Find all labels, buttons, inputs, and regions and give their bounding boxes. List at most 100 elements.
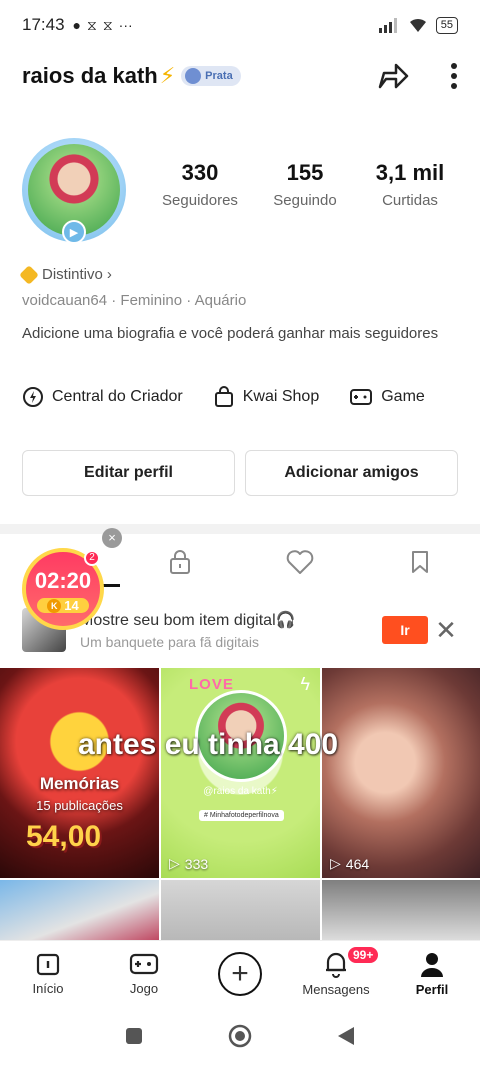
bolt-icon: ϟ — [300, 674, 310, 694]
promo-title: Mostre seu bom item digital🎧 — [80, 612, 296, 629]
profile-header: raios da kath ⚡ Prata — [0, 52, 480, 100]
nav-label: Mensagens — [302, 982, 370, 997]
nav-messages[interactable]: 99+ Mensagens — [288, 941, 384, 1006]
plus-icon: + — [218, 951, 262, 996]
bottom-nav: Início Jogo + 99+ Mensagens Perfil — [0, 940, 480, 1006]
chat-bubble-icon: ● — [72, 17, 82, 33]
stat-value: 3,1 mil — [375, 160, 445, 185]
video-grid: Memórias 15 publicações 54,00 LOVE @raio… — [0, 668, 480, 940]
video-tile-memories[interactable]: Memórias 15 publicações 54,00 — [0, 668, 159, 878]
play-icon: ▷ — [169, 855, 180, 871]
battery-icon: 55 — [435, 16, 458, 34]
close-icon[interactable]: ✕ — [434, 615, 458, 646]
video-tile[interactable] — [161, 880, 320, 940]
rank-label: Prata — [205, 70, 233, 82]
reward-timer[interactable]: 2 02:20 K 14 — [22, 548, 104, 630]
username: raios da kath — [22, 63, 158, 88]
chevron-right-icon: › — [106, 266, 112, 283]
promo-subtitle: Um banquete para fã digitais — [80, 634, 259, 650]
promo-go-button[interactable]: Ir — [382, 616, 428, 644]
link-game[interactable]: Game — [349, 386, 425, 408]
nav-label: Perfil — [415, 982, 449, 997]
stat-value: 155 — [286, 160, 324, 185]
play-count: ▷ 333 — [169, 855, 209, 872]
tile-username: @raios da kath⚡ — [203, 786, 278, 797]
recents-icon[interactable] — [124, 1026, 144, 1046]
app-icon: ⧖ — [87, 16, 97, 33]
link-label: Central do Criador — [52, 388, 183, 405]
quick-links: Central do Criador Kwai Shop Game — [22, 386, 480, 408]
back-icon[interactable] — [336, 1025, 356, 1047]
more-notifications-icon: ··· — [118, 17, 133, 33]
distintivo-label: Distintivo — [42, 266, 103, 283]
rank-icon — [185, 68, 202, 84]
coin-icon: K — [47, 598, 62, 613]
rank-badge[interactable]: Prata — [181, 66, 241, 86]
stat-label: Seguindo — [273, 192, 337, 209]
coin-count: 14 — [64, 598, 79, 613]
profile-stats: 330 Seguidores 155 Seguindo 3,1 mil Curt… — [150, 160, 460, 209]
tile-hashtag: # Minhafotodeperfilnova — [199, 810, 284, 821]
heart-icon — [286, 550, 314, 574]
distintivo-link[interactable]: Distintivo › — [19, 264, 112, 285]
home-icon — [36, 953, 60, 976]
stat-label: Seguidores — [162, 192, 238, 209]
nav-profile[interactable]: Perfil — [384, 941, 480, 1006]
timer-badge: 2 — [84, 550, 100, 566]
add-friends-button[interactable]: Adicionar amigos — [245, 450, 458, 496]
home-button-icon[interactable] — [228, 1024, 252, 1048]
link-label: Kwai Shop — [242, 388, 320, 405]
gamepad-icon — [350, 389, 373, 405]
gamepad-icon — [129, 953, 159, 975]
avatar[interactable]: ▶ — [22, 138, 126, 244]
profile-icon — [421, 953, 443, 977]
section-divider — [0, 524, 480, 534]
stat-following[interactable]: 155 Seguindo — [255, 160, 355, 209]
memories-count: 15 publicações — [36, 798, 123, 813]
timer-time: 02:20 — [34, 568, 92, 593]
coin-counter: K 14 — [37, 598, 89, 613]
wifi-icon — [409, 18, 426, 32]
nav-game[interactable]: Jogo — [96, 941, 192, 1006]
play-count: ▷ 464 — [330, 855, 370, 872]
stat-likes[interactable]: 3,1 mil Curtidas — [360, 160, 460, 209]
nav-home[interactable]: Início — [0, 941, 96, 1006]
creator-icon — [23, 387, 43, 407]
system-navigation — [0, 1006, 480, 1066]
overlay-caption: antes eu tinha 400 — [78, 728, 339, 761]
link-creator-center[interactable]: Central do Criador — [22, 386, 183, 408]
close-timer-icon[interactable]: × — [102, 528, 122, 548]
tile-price-text: 54,00 — [26, 820, 102, 853]
nav-label: Início — [32, 981, 64, 996]
profile-actions: Editar perfil Adicionar amigos — [22, 450, 458, 496]
profile-bio[interactable]: Adicione uma biografia e você poderá gan… — [22, 324, 462, 344]
gem-icon — [19, 264, 39, 285]
lock-icon — [170, 550, 190, 574]
tab-saved[interactable] — [360, 536, 480, 588]
shopping-bag-icon — [214, 386, 233, 407]
love-sticker: LOVE — [189, 676, 234, 693]
video-tile[interactable] — [0, 880, 159, 940]
nav-label: Jogo — [129, 981, 159, 996]
stat-followers[interactable]: 330 Seguidores — [150, 160, 250, 209]
more-options-icon[interactable] — [450, 62, 458, 90]
link-label: Game — [381, 388, 425, 405]
signal-icon — [378, 18, 397, 33]
video-tile[interactable] — [322, 880, 480, 940]
app-icon: ⧖ — [102, 16, 113, 33]
edit-profile-button[interactable]: Editar perfil — [22, 450, 235, 496]
play-icon: ▷ — [330, 855, 341, 871]
video-icon: ▶ — [62, 220, 86, 244]
bolt-icon: ⚡ — [159, 63, 176, 88]
nav-create[interactable]: + — [192, 941, 288, 1006]
share-icon[interactable] — [376, 61, 410, 91]
status-bar: 17:43 ● ⧖ ⧖ ··· 55 — [0, 0, 480, 50]
video-tile[interactable]: ▷ 464 — [322, 668, 480, 878]
status-time: 17:43 — [22, 15, 65, 34]
link-kwai-shop[interactable]: Kwai Shop — [213, 386, 320, 408]
tab-private[interactable] — [120, 536, 240, 588]
video-tile[interactable]: LOVE @raios da kath⚡ # Minhafotodeperfil… — [161, 668, 320, 878]
messages-badge: 99+ — [346, 945, 381, 965]
stat-value: 330 — [181, 160, 219, 185]
tab-liked[interactable] — [240, 536, 360, 588]
